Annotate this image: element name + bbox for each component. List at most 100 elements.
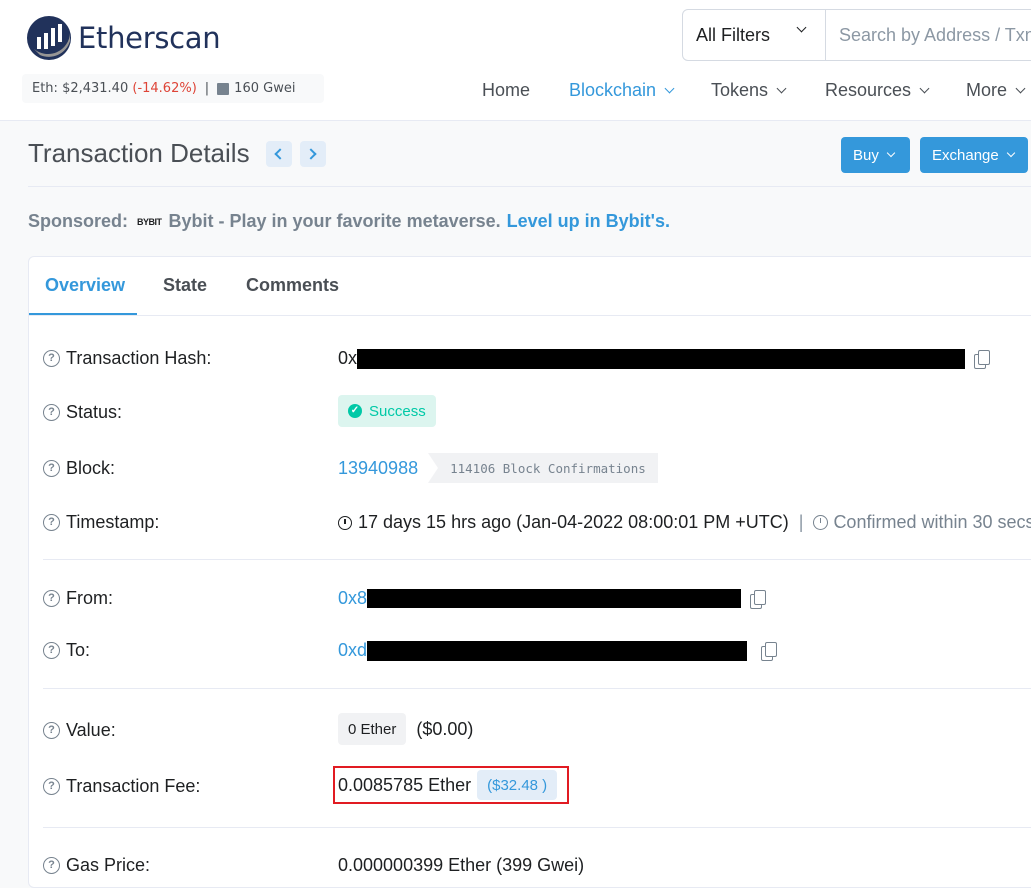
value-ether-badge: 0 Ether [338,713,407,745]
nav-home-label: Home [482,80,531,100]
redacted-hash [357,348,966,369]
nav-tokens-label: Tokens [711,80,769,100]
divider [43,559,1031,560]
block-confirmations-badge: 114106 Block Confirmations [428,453,658,483]
block-number-link[interactable]: 13940988 [338,458,418,479]
sponsored-banner: Sponsored: BYBIT Bybit - Play in your fa… [28,211,670,232]
nav-tokens[interactable]: Tokens [711,80,787,101]
status-label-row: ? Status: [43,402,122,423]
from-address-link[interactable]: 0x8 [338,588,367,609]
page-title: Transaction Details [28,138,250,168]
gas-price-value: 0.000000399 Ether (399 Gwei) [338,855,584,876]
search-bar: All Filters [682,9,1031,61]
nav-home[interactable]: Home [482,80,530,101]
eth-price-bar: Eth: $2,431.40 (-14.62%) | 160 Gwei [22,74,324,103]
divider [43,827,1031,828]
chevron-down-icon [1015,83,1026,93]
to-label: To: [66,640,91,660]
gas-price-label: Gas Price: [66,855,151,875]
hash-prefix: 0x [338,348,358,368]
block-label: Block: [66,458,116,478]
clock-icon [338,515,352,530]
divider [43,688,1031,689]
help-icon[interactable]: ? [43,590,60,607]
value-label-row: ? Value: [43,720,116,741]
to-address-link[interactable]: 0xd [338,640,367,661]
status-label: Status: [66,402,123,422]
help-icon[interactable]: ? [43,514,60,531]
hash-label-row: ? Transaction Hash: [43,348,211,369]
copy-icon[interactable] [974,349,991,369]
value-label: Value: [66,720,116,740]
help-icon[interactable]: ? [43,460,60,477]
timestamp-separator: | [798,512,804,532]
etherscan-logo-icon [27,16,71,60]
search-input[interactable] [826,10,1031,60]
exchange-button-label: Exchange [932,146,999,164]
gas-price[interactable]: 160 Gwei [234,81,295,96]
tab-comments[interactable]: Comments [246,275,339,296]
chevron-down-icon [919,83,930,93]
chevron-left-icon [274,147,286,160]
status-text: Success [369,402,426,420]
buy-button-label: Buy [853,146,879,164]
from-value: 0x8 [338,588,767,609]
title-row: Transaction Details [28,138,326,169]
fee-label: Transaction Fee: [66,776,201,796]
search-filter-label: All Filters [696,24,771,45]
nav-more[interactable]: More [966,80,1026,101]
help-icon[interactable]: ? [43,857,60,874]
eth-price-change: (-14.62%) [132,81,197,96]
timestamp-text: 17 days 15 hrs ago (Jan-04-2022 08:00:01… [358,512,789,532]
help-icon[interactable]: ? [43,350,60,367]
copy-icon[interactable] [761,641,778,661]
nav-more-label: More [966,80,1008,100]
nav-blockchain-label: Blockchain [569,80,657,100]
nav-resources-label: Resources [825,80,912,100]
status-value: ✓ Success [338,395,436,427]
chevron-down-icon [1006,148,1015,157]
next-transaction-button[interactable] [299,140,326,167]
divider [28,186,1031,187]
exchange-button[interactable]: Exchange [920,137,1028,173]
chevron-down-icon [664,83,675,93]
fee-label-row: ? Transaction Fee: [43,776,200,797]
help-icon[interactable]: ? [43,404,60,421]
highlight-box [333,766,569,804]
help-icon[interactable]: ? [43,722,60,739]
nav-blockchain[interactable]: Blockchain [569,80,675,101]
sponsored-link[interactable]: Level up in Bybit's. [507,211,670,232]
chevron-down-icon [796,22,807,33]
stopwatch-icon [813,515,829,530]
tab-bar: Overview State Comments [29,257,1031,316]
price-separator: | [204,81,210,96]
search-filter-select[interactable]: All Filters [683,10,826,60]
from-label: From: [66,588,113,608]
redacted-to-address [367,640,748,661]
timestamp-label: Timestamp: [66,512,160,532]
nav-resources[interactable]: Resources [825,80,930,101]
tab-overview[interactable]: Overview [45,275,125,296]
value-value: 0 Ether ($0.00) [338,713,473,745]
value-usd: ($0.00) [416,718,474,739]
hash-label: Transaction Hash: [66,348,212,368]
bybit-logo: BYBIT [137,216,162,227]
chevron-right-icon [305,147,317,160]
gas-pump-icon [217,82,230,95]
site-header: Etherscan Eth: $2,431.40 (-14.62%) | 160… [0,0,1031,121]
etherscan-logo[interactable]: Etherscan [26,15,221,61]
help-icon[interactable]: ? [43,642,60,659]
buy-button[interactable]: Buy [841,137,910,173]
block-label-row: ? Block: [43,458,115,479]
timestamp-value: 17 days 15 hrs ago (Jan-04-2022 08:00:01… [338,512,1031,533]
copy-icon[interactable] [750,589,767,609]
prev-transaction-button[interactable] [265,140,292,167]
help-icon[interactable]: ? [43,778,60,795]
tab-state[interactable]: State [163,275,207,296]
eth-price[interactable]: Eth: $2,431.40 [32,81,128,96]
from-label-row: ? From: [43,588,113,609]
sponsored-label: Sponsored: [28,211,129,231]
redacted-from-address [367,589,742,608]
check-circle-icon: ✓ [348,404,362,418]
chevron-down-icon [776,83,787,93]
